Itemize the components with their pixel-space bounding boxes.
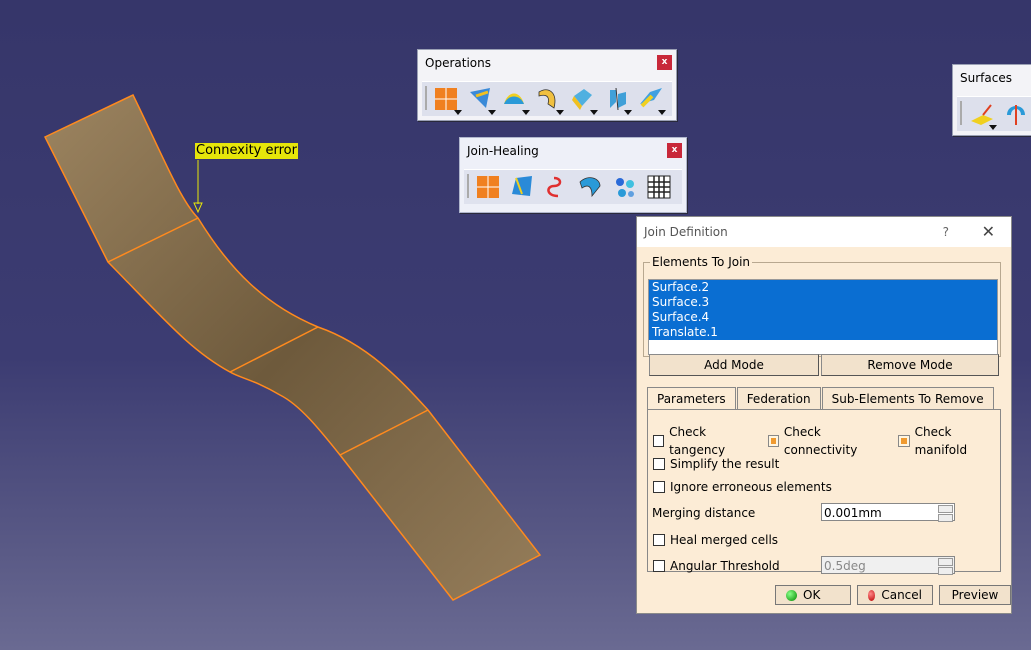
check-connectivity-checkbox[interactable] <box>767 435 779 447</box>
surfaces-toolbar[interactable]: Surfaces <box>952 64 1031 136</box>
untrim-icon[interactable] <box>576 171 608 203</box>
cancel-button[interactable]: Cancel <box>857 585 933 605</box>
angular-threshold-value: 0.5deg <box>824 559 866 573</box>
check-tangency-label: Check tangency <box>669 425 726 457</box>
connexity-error-label: Connexity error <box>195 143 298 159</box>
revolve-icon[interactable] <box>1001 98 1031 130</box>
disassemble-icon[interactable] <box>568 83 600 115</box>
list-item[interactable]: Surface.3 <box>649 295 997 310</box>
angular-threshold-field[interactable]: 0.5deg <box>821 556 955 575</box>
parameters-panel: Check tangency Check connectivity Check … <box>647 409 1001 575</box>
angular-threshold-checkbox[interactable] <box>653 560 665 572</box>
list-item[interactable]: Surface.4 <box>649 310 997 325</box>
merging-distance-spinner[interactable] <box>938 505 953 522</box>
elements-list[interactable]: Surface.2 Surface.3 Surface.4 Translate.… <box>648 279 998 355</box>
simplify-label: Simplify the result <box>670 457 780 471</box>
cancel-icon <box>868 589 876 601</box>
toolbar-grip[interactable] <box>467 174 469 198</box>
join-icon[interactable] <box>474 171 506 203</box>
tab-parameters[interactable]: Parameters <box>647 387 736 410</box>
group-label: Elements To Join <box>652 255 751 269</box>
toolbar-grip[interactable] <box>425 86 427 110</box>
operations-toolbar[interactable]: Operations x <box>417 49 677 121</box>
check-connectivity-label: Check connectivity <box>783 425 858 457</box>
curve-smooth-icon[interactable] <box>500 83 532 115</box>
healing-icon[interactable] <box>508 171 540 203</box>
angular-threshold-label: Angular Threshold <box>670 559 780 573</box>
untrim-icon[interactable] <box>534 83 566 115</box>
heal-merged-checkbox[interactable] <box>653 534 665 546</box>
preview-button[interactable]: Preview <box>939 585 1011 605</box>
extrude-icon[interactable] <box>967 98 999 130</box>
close-icon[interactable]: x <box>667 143 682 158</box>
check-manifold-label: Check manifold <box>914 425 968 457</box>
merging-distance-field[interactable]: 0.001mm <box>821 503 955 522</box>
ok-button[interactable]: OK <box>775 585 851 605</box>
disassemble-icon[interactable] <box>610 171 642 203</box>
close-icon[interactable]: x <box>657 55 672 70</box>
cancel-label: Cancel <box>881 588 922 602</box>
ignore-erroneous-label: Ignore erroneous elements <box>670 480 832 494</box>
trim-icon[interactable] <box>636 83 668 115</box>
annotation-arrow <box>193 202 203 214</box>
angular-threshold-spinner[interactable] <box>938 558 953 575</box>
toolbar-title: Join-Healing <box>467 144 539 158</box>
merging-distance-value: 0.001mm <box>824 506 882 520</box>
grid-icon[interactable] <box>644 171 676 203</box>
remove-mode-button[interactable]: Remove Mode <box>821 354 999 376</box>
ok-icon <box>786 589 797 601</box>
split-icon[interactable] <box>602 83 634 115</box>
tab-sub-elements-to-remove[interactable]: Sub-Elements To Remove <box>821 387 994 410</box>
list-item[interactable]: Translate.1 <box>649 325 997 340</box>
list-item[interactable]: Surface.2 <box>649 280 997 295</box>
toolbar-grip[interactable] <box>960 101 962 125</box>
heal-merged-label: Heal merged cells <box>670 533 779 547</box>
join-icon[interactable] <box>432 83 464 115</box>
join-definition-dialog: Join Definition ? ✕ Elements To Join Sur… <box>636 216 1012 614</box>
help-icon[interactable]: ? <box>943 217 949 247</box>
dialog-title: Join Definition <box>644 225 728 239</box>
add-mode-button[interactable]: Add Mode <box>649 354 819 376</box>
elements-to-join-group: Elements To Join Surface.2 Surface.3 Sur… <box>643 255 1001 357</box>
toolbar-title: Operations <box>425 56 491 70</box>
simplify-checkbox[interactable] <box>653 458 665 470</box>
tab-federation[interactable]: Federation <box>736 387 821 410</box>
ignore-erroneous-checkbox[interactable] <box>653 481 665 493</box>
check-manifold-checkbox[interactable] <box>898 435 910 447</box>
curve-smooth-icon[interactable] <box>542 171 574 203</box>
join-healing-toolbar[interactable]: Join-Healing x <box>459 137 687 213</box>
checkbox-row: Check tangency Check connectivity Check … <box>653 425 1000 457</box>
healing-icon[interactable] <box>466 83 498 115</box>
merging-distance-label: Merging distance <box>652 506 756 520</box>
check-tangency-checkbox[interactable] <box>653 435 665 447</box>
close-icon[interactable]: ✕ <box>982 217 995 247</box>
ok-label: OK <box>803 588 821 602</box>
toolbar-title: Surfaces <box>960 71 1012 85</box>
